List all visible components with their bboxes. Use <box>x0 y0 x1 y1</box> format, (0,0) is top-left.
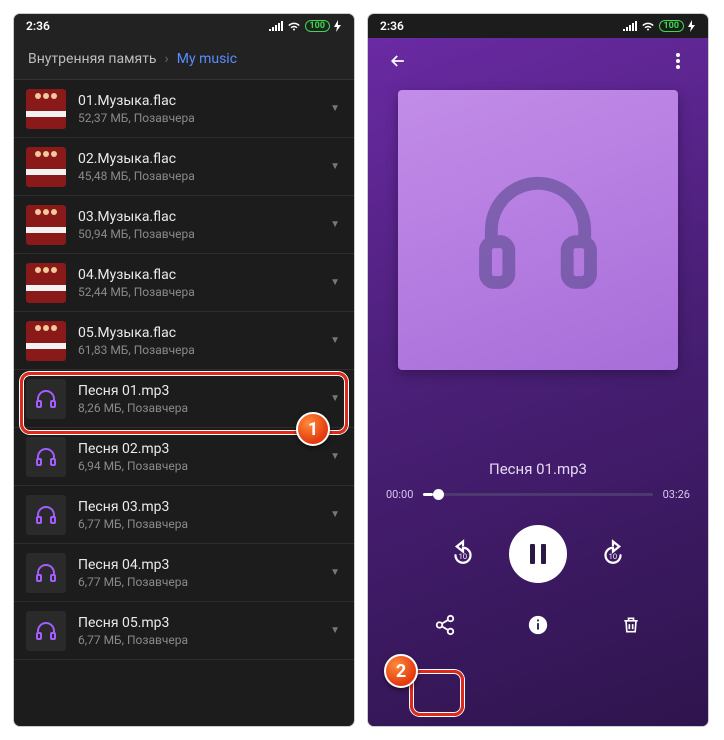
breadcrumb-root[interactable]: Внутренняя память <box>28 51 157 67</box>
info-button[interactable] <box>522 609 554 641</box>
more-menu-button[interactable] <box>662 45 694 77</box>
file-meta: 52,44 МБ, Позавчера <box>78 285 318 299</box>
svg-text:10: 10 <box>459 552 467 561</box>
breadcrumb: Внутренняя память › My music <box>14 38 354 80</box>
row-menu-button[interactable]: ▼ <box>330 451 340 462</box>
file-row[interactable]: 05.Музыка.flac61,83 МБ, Позавчера ▼ <box>14 312 354 370</box>
progress-bar[interactable]: 00:00 03:26 <box>368 478 708 511</box>
headphones-icon <box>26 611 66 651</box>
row-menu-button[interactable]: ▼ <box>330 509 340 520</box>
file-name: 03.Музыка.flac <box>78 208 318 226</box>
file-manager-screen: 2:36 100 Внутренняя память › My music 01… <box>14 14 354 726</box>
wifi-icon <box>287 21 301 31</box>
file-name: Песня 04.mp3 <box>78 556 318 574</box>
svg-text:10: 10 <box>609 552 617 561</box>
pause-button[interactable] <box>509 525 567 583</box>
file-row[interactable]: 04.Музыка.flac52,44 МБ, Позавчера ▼ <box>14 254 354 312</box>
forward-10-button[interactable]: 10 <box>597 538 629 570</box>
album-thumb <box>26 321 66 361</box>
album-thumb <box>26 263 66 303</box>
status-bar: 2:36 100 <box>14 14 354 38</box>
time-elapsed: 00:00 <box>386 488 413 501</box>
album-art <box>368 84 708 370</box>
headphones-icon <box>26 437 66 477</box>
file-name: Песня 01.mp3 <box>78 382 318 400</box>
share-button[interactable] <box>429 609 461 641</box>
file-name: Песня 05.mp3 <box>78 614 318 632</box>
headphones-icon <box>26 553 66 593</box>
row-menu-button[interactable]: ▼ <box>330 335 340 346</box>
album-thumb <box>26 205 66 245</box>
charging-icon <box>688 20 696 32</box>
file-meta: 6,77 МБ, Позавчера <box>78 517 318 531</box>
file-row[interactable]: 01.Музыка.flac52,37 МБ, Позавчера ▼ <box>14 80 354 138</box>
file-row[interactable]: Песня 05.mp36,77 МБ, Позавчера ▼ <box>14 602 354 660</box>
clock: 2:36 <box>380 19 404 33</box>
charging-icon <box>334 20 342 32</box>
album-thumb <box>26 89 66 129</box>
file-meta: 61,83 МБ, Позавчера <box>78 343 318 357</box>
share-icon <box>434 614 456 636</box>
file-name: 01.Музыка.flac <box>78 92 318 110</box>
music-player-screen: 2:36 100 Песня 01.m <box>368 14 708 726</box>
file-row[interactable]: Песня 03.mp36,77 МБ, Позавчера ▼ <box>14 486 354 544</box>
row-menu-button[interactable]: ▼ <box>330 393 340 404</box>
clock: 2:36 <box>26 19 50 33</box>
back-button[interactable] <box>382 45 414 77</box>
status-bar: 2:36 100 <box>368 14 708 38</box>
file-name: 02.Музыка.flac <box>78 150 318 168</box>
breadcrumb-current: My music <box>177 51 237 67</box>
file-meta: 6,77 МБ, Позавчера <box>78 633 318 647</box>
headphones-icon <box>26 379 66 419</box>
wifi-icon <box>641 21 655 31</box>
file-meta: 6,94 МБ, Позавчера <box>78 459 318 473</box>
row-menu-button[interactable]: ▼ <box>330 625 340 636</box>
file-list[interactable]: 01.Музыка.flac52,37 МБ, Позавчера▼02.Муз… <box>14 80 354 726</box>
callout-badge-2: 2 <box>384 654 418 688</box>
seek-bar[interactable] <box>423 493 652 496</box>
file-meta: 50,94 МБ, Позавчера <box>78 227 318 241</box>
row-menu-button[interactable]: ▼ <box>330 277 340 288</box>
row-menu-button[interactable]: ▼ <box>330 567 340 578</box>
headphones-icon <box>468 160 608 300</box>
file-name: Песня 03.mp3 <box>78 498 318 516</box>
replay-10-button[interactable]: 10 <box>447 538 479 570</box>
file-row[interactable]: 03.Музыка.flac50,94 МБ, Позавчера ▼ <box>14 196 354 254</box>
file-row[interactable]: Песня 04.mp36,77 МБ, Позавчера ▼ <box>14 544 354 602</box>
battery-icon: 100 <box>305 20 331 32</box>
info-icon <box>527 614 549 636</box>
file-name: 04.Музыка.flac <box>78 266 318 284</box>
chevron-right-icon: › <box>165 51 169 67</box>
battery-icon: 100 <box>659 20 685 32</box>
track-title: Песня 01.mp3 <box>368 460 708 478</box>
trash-icon <box>621 614 641 636</box>
album-thumb <box>26 147 66 187</box>
row-menu-button[interactable]: ▼ <box>330 161 340 172</box>
signal-icon <box>623 21 637 31</box>
file-meta: 6,77 МБ, Позавчера <box>78 575 318 589</box>
file-name: Песня 02.mp3 <box>78 440 318 458</box>
file-name: 05.Музыка.flac <box>78 324 318 342</box>
delete-button[interactable] <box>615 609 647 641</box>
row-menu-button[interactable]: ▼ <box>330 103 340 114</box>
callout-badge-1: 1 <box>296 412 330 446</box>
pause-icon <box>527 542 549 566</box>
file-meta: 45,48 МБ, Позавчера <box>78 169 318 183</box>
time-total: 03:26 <box>663 488 690 501</box>
signal-icon <box>269 21 283 31</box>
file-meta: 52,37 МБ, Позавчера <box>78 111 318 125</box>
file-row[interactable]: 02.Музыка.flac45,48 МБ, Позавчера ▼ <box>14 138 354 196</box>
file-meta: 8,26 МБ, Позавчера <box>78 401 318 415</box>
row-menu-button[interactable]: ▼ <box>330 219 340 230</box>
headphones-icon <box>26 495 66 535</box>
